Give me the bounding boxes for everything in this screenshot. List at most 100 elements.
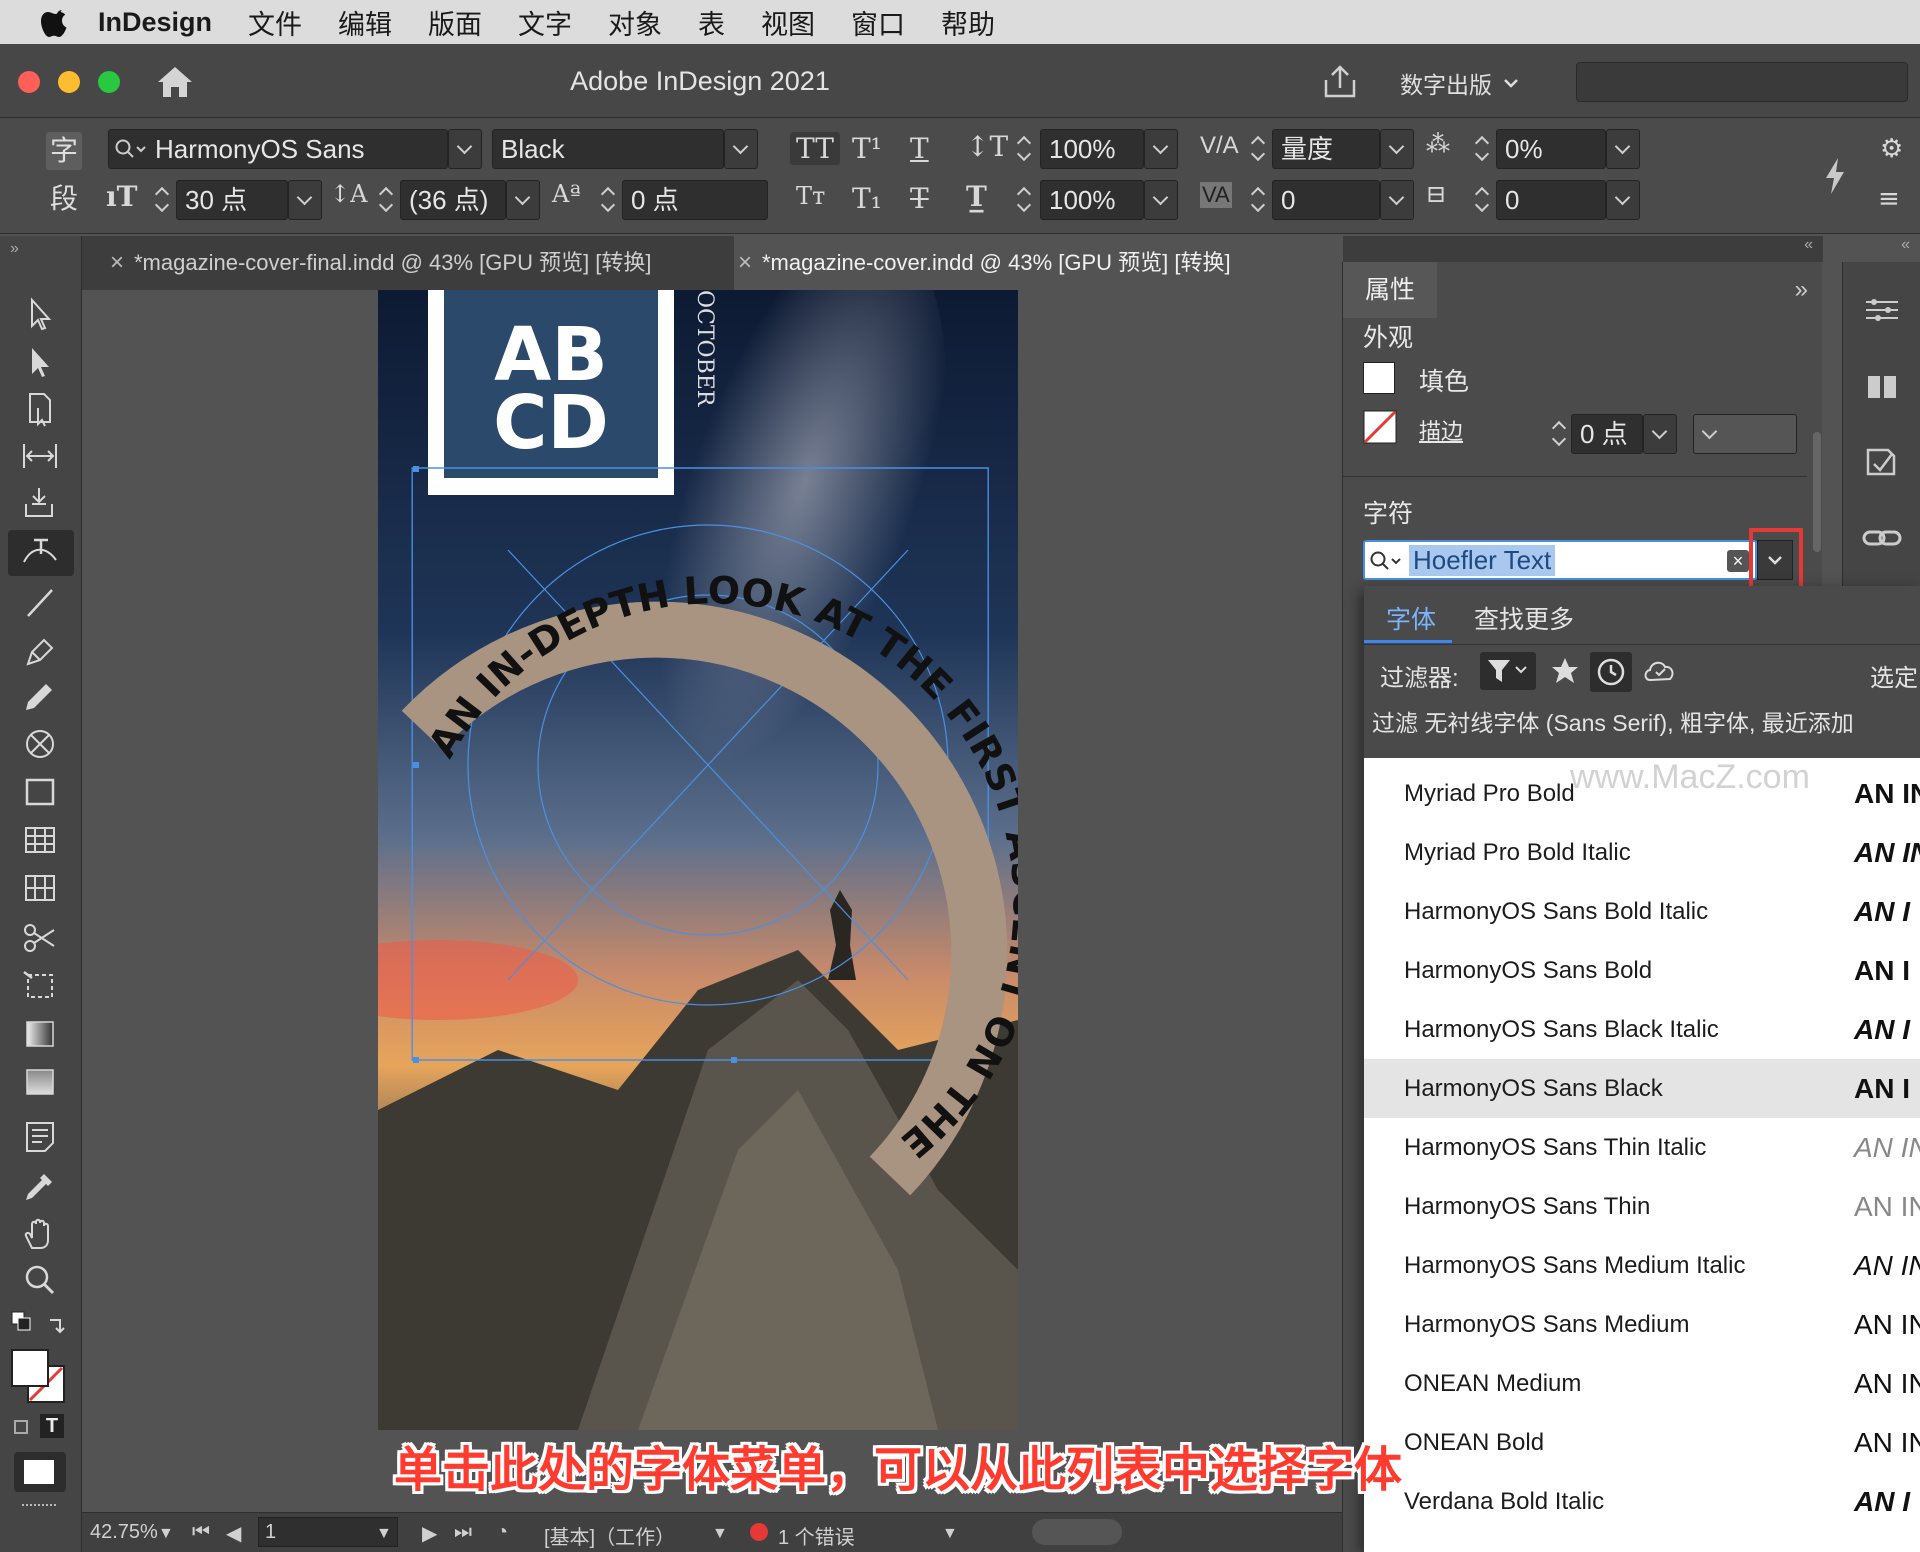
leading-stepper[interactable] [374, 180, 398, 220]
rectangle-tool-icon[interactable] [18, 772, 62, 812]
small-caps-button[interactable]: Tт [796, 182, 825, 210]
type-on-path-tool-icon[interactable] [18, 532, 62, 572]
pages-panel-icon[interactable] [1860, 366, 1904, 406]
menu-window[interactable]: 窗口 [851, 3, 905, 42]
font-list-item[interactable]: HarmonyOS Sans Thin AN IN [1364, 1177, 1920, 1236]
close-tab-icon[interactable]: × [110, 236, 124, 290]
previous-page-icon[interactable]: ◀ [226, 1521, 241, 1546]
font-list-item[interactable]: HarmonyOS Sans Medium Italic AN IN [1364, 1236, 1920, 1295]
tracking-field[interactable]: 0 [1272, 180, 1380, 220]
content-collector-icon[interactable] [18, 482, 62, 522]
kerning-field[interactable]: 量度 [1272, 129, 1380, 169]
filter-classification-button[interactable] [1480, 652, 1536, 690]
vertical-scale-stepper[interactable] [1012, 129, 1036, 169]
menu-file[interactable]: 文件 [248, 3, 302, 42]
all-caps-button[interactable]: TT [790, 132, 840, 165]
superscript-button[interactable]: T¹ [852, 132, 882, 165]
menu-table[interactable]: 表 [698, 3, 725, 42]
apply-color-icon[interactable] [14, 1420, 28, 1434]
note-tool-icon[interactable] [18, 1116, 62, 1156]
table-tool-icon[interactable] [18, 820, 62, 860]
stroke-label[interactable]: 描边 [1419, 414, 1463, 446]
document-canvas[interactable]: AB CD OCTOBER AN IN-DEPTH LOOK AT THE FI… [82, 290, 1332, 1525]
grid-count-field[interactable]: 0 [1496, 180, 1606, 220]
panel-scrollbar[interactable] [1813, 432, 1821, 552]
baseline-shift-field[interactable]: 0 点 [622, 180, 768, 220]
fill-swatch[interactable] [1363, 362, 1395, 394]
font-list-item[interactable]: Myriad Pro Bold Italic AN IN [1364, 823, 1920, 882]
properties-tab[interactable]: 属性 [1343, 262, 1437, 318]
workspace-switcher[interactable]: 数字出版 [1400, 66, 1520, 100]
font-style-field[interactable]: Black [492, 129, 724, 169]
next-page-icon[interactable]: ▶ [422, 1521, 437, 1546]
font-family-field[interactable]: HarmonyOS Sans [108, 129, 448, 169]
last-page-icon[interactable]: ⏭ [454, 1521, 472, 1544]
screen-mode-icon[interactable] [10, 1448, 70, 1496]
collapse-dock-icon[interactable]: « [1804, 236, 1813, 254]
tsume-field[interactable]: 0% [1496, 129, 1606, 169]
errors-chevron-down-icon[interactable]: ▼ [942, 1525, 958, 1543]
close-tab-icon[interactable]: × [738, 236, 752, 290]
strikethrough-button[interactable]: T [910, 182, 929, 215]
menu-view[interactable]: 视图 [761, 3, 815, 42]
grid-count-dropdown[interactable] [1606, 180, 1640, 220]
app-menu[interactable]: InDesign [98, 7, 212, 38]
scissors-tool-icon[interactable] [18, 918, 62, 958]
magazine-cover-page[interactable]: AB CD OCTOBER AN IN-DEPTH LOOK AT THE FI… [378, 290, 1018, 1430]
status-scrollbar[interactable] [1032, 1519, 1122, 1545]
gap-tool-icon[interactable] [18, 436, 62, 476]
pen-tool-icon[interactable] [18, 630, 62, 670]
font-size-field[interactable]: 30 点 [176, 180, 288, 220]
free-transform-tool-icon[interactable] [18, 966, 62, 1006]
document-tab-active[interactable]: × *magazine-cover.indd @ 43% [GPU 预览] [转… [734, 236, 1344, 290]
zoom-tool-icon[interactable] [18, 1260, 62, 1300]
menu-layout[interactable]: 版面 [428, 3, 482, 42]
font-size-dropdown[interactable] [288, 180, 322, 220]
rectangle-frame-tool-icon[interactable] [18, 724, 62, 764]
grid-count-stepper[interactable] [1470, 180, 1494, 220]
font-family-dropdown[interactable] [448, 129, 482, 169]
menu-type[interactable]: 文字 [518, 3, 572, 42]
font-list-item[interactable]: HarmonyOS Sans Black AN I [1364, 1059, 1920, 1118]
stroke-weight-field[interactable]: 0 点 [1571, 414, 1643, 454]
vertical-scale-dropdown[interactable] [1144, 129, 1178, 169]
zoom-chevron-down-icon[interactable]: ▼ [158, 1525, 174, 1543]
direct-selection-tool-icon[interactable] [18, 342, 62, 382]
character-mode-button[interactable]: 字 [46, 132, 82, 170]
menu-help[interactable]: 帮助 [941, 3, 995, 42]
cc-libraries-icon[interactable] [1860, 442, 1904, 482]
underline-button[interactable]: T [910, 132, 929, 165]
panel-expand-icon[interactable]: » [1795, 276, 1808, 304]
font-list-item[interactable]: HarmonyOS Sans Medium AN IN [1364, 1295, 1920, 1354]
page-chevron-down-icon[interactable]: ▼ [376, 1525, 392, 1543]
eyedropper-tool-icon[interactable] [18, 1166, 62, 1206]
document-tab[interactable]: × *magazine-cover-final.indd @ 43% [GPU … [106, 236, 732, 290]
default-colors-icon[interactable] [10, 1310, 70, 1346]
formatting-text-icon[interactable]: T [40, 1414, 64, 1438]
page-tool-icon[interactable] [18, 388, 62, 428]
collapse-strip-icon[interactable]: « [1901, 236, 1910, 254]
panel-menu-icon[interactable]: ≡ [1878, 184, 1900, 214]
font-list-item[interactable]: Verdana Bold Italic AN I [1364, 1472, 1920, 1531]
apple-icon[interactable] [40, 4, 72, 40]
stroke-weight-dropdown[interactable] [1643, 414, 1677, 454]
font-list-item[interactable]: HarmonyOS Sans Bold AN I [1364, 941, 1920, 1000]
menu-object[interactable]: 对象 [608, 3, 662, 42]
font-list-item[interactable]: HarmonyOS Sans Bold Italic AN I [1364, 882, 1920, 941]
tab-fonts[interactable]: 字体 [1386, 600, 1436, 636]
baseline-shift-stepper[interactable] [596, 180, 620, 220]
leading-field[interactable]: (36 点) [400, 180, 506, 220]
horizontal-scale-dropdown[interactable] [1144, 180, 1178, 220]
font-search-field[interactable]: Hoefler Text × [1363, 540, 1757, 580]
stroke-swatch-none-icon[interactable] [1363, 410, 1397, 444]
recently-added-button[interactable] [1590, 652, 1632, 692]
tracking-stepper[interactable] [1246, 180, 1270, 220]
font-size-stepper[interactable] [150, 180, 174, 220]
gradient-swatch-tool-icon[interactable] [18, 1014, 62, 1054]
stroke-type-dropdown[interactable] [1693, 414, 1797, 454]
vertical-scale-field[interactable]: 100% [1040, 129, 1144, 169]
preflight-clock-icon[interactable]: ◔ [496, 1521, 508, 1544]
font-list-item[interactable]: ONEAN Medium AN IN [1364, 1354, 1920, 1413]
subscript-button[interactable]: T₁ [852, 182, 882, 215]
gradient-feather-tool-icon[interactable] [18, 1062, 62, 1102]
